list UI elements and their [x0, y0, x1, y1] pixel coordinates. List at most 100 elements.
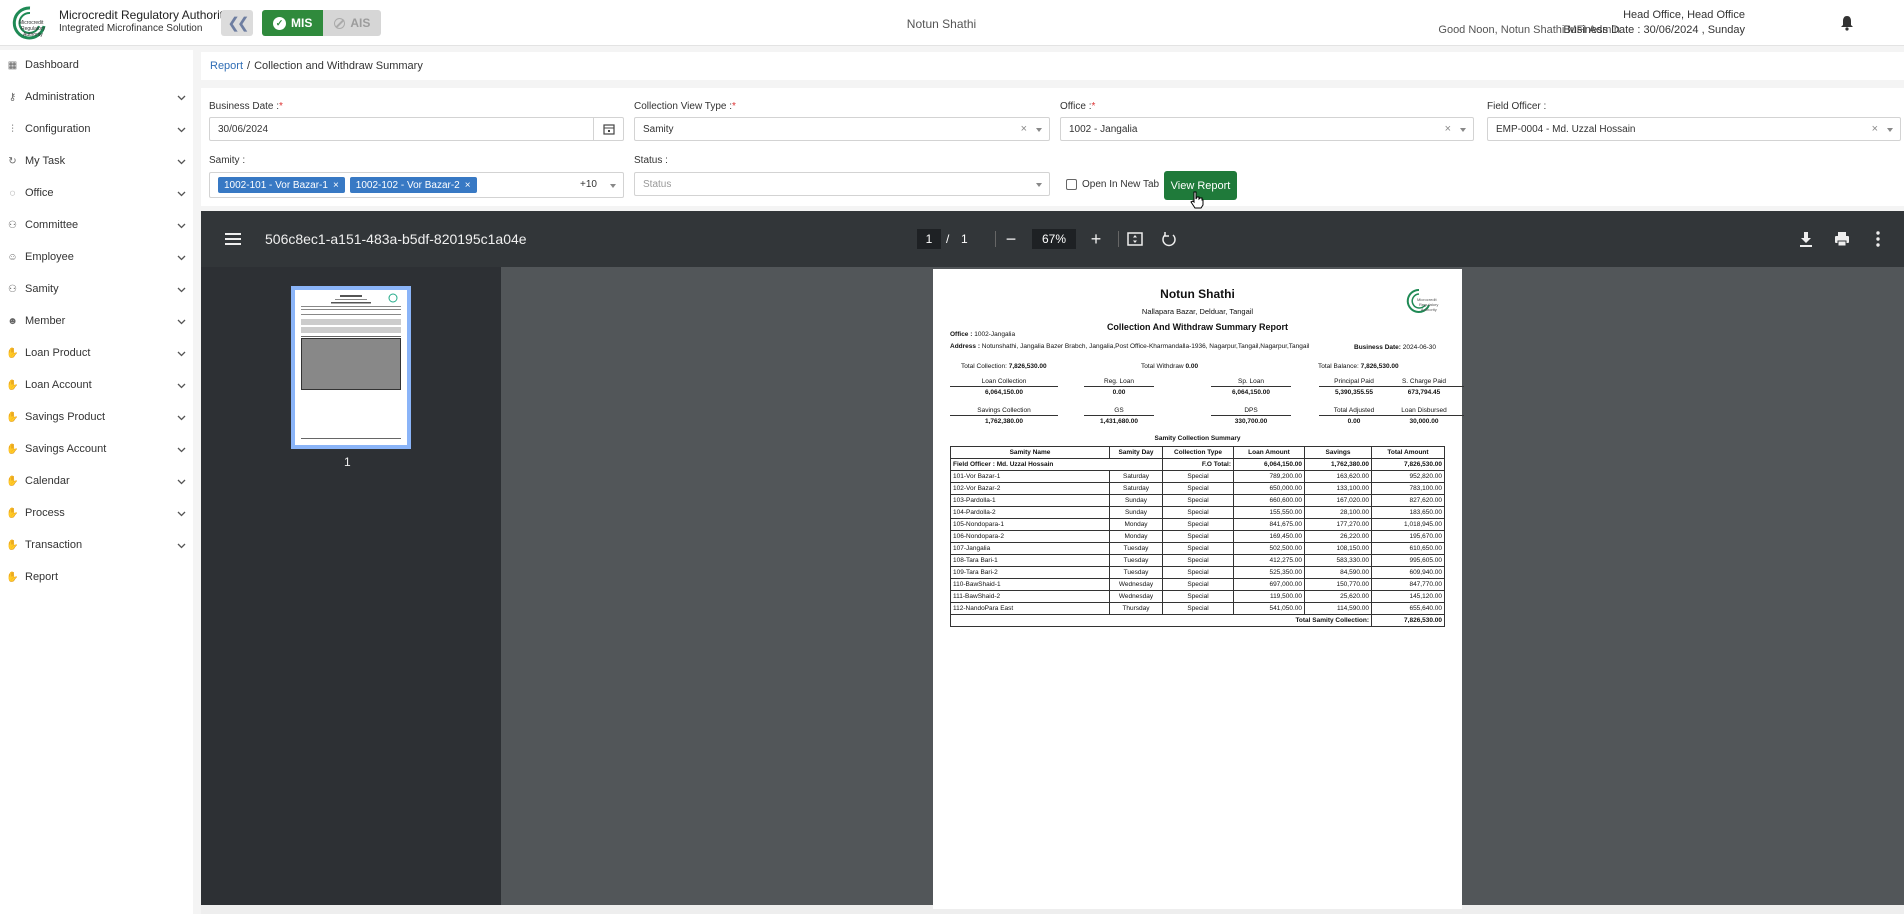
caret-down-icon — [1036, 183, 1042, 187]
sidebar-item-savings-account[interactable]: ✋ Savings Account — [0, 434, 193, 464]
samity-day-cell: Saturday — [1109, 482, 1163, 495]
pdf-scrollbar[interactable] — [1896, 267, 1904, 905]
fit-page-icon — [1127, 232, 1143, 246]
hamburger-icon — [225, 233, 241, 245]
zoom-in-button[interactable]: + — [1084, 227, 1108, 251]
bell-icon[interactable] — [1840, 15, 1854, 31]
view-type-select[interactable]: Samity × — [634, 117, 1050, 141]
status-placeholder: Status — [643, 178, 672, 190]
samity-chip[interactable]: 1002-101 - Vor Bazar-1 × — [218, 177, 345, 193]
page-thumbnail[interactable] — [291, 286, 411, 449]
summary-label: Sp. Loan — [1211, 378, 1291, 387]
summary-label: DPS — [1211, 407, 1291, 416]
samity-day-cell: Tuesday — [1109, 554, 1163, 567]
savings-cell: 84,590.00 — [1304, 566, 1372, 579]
sidebar-item-committee[interactable]: ⚇ Committee — [0, 210, 193, 240]
download-icon — [1800, 232, 1812, 247]
users-icon: ⚇ — [8, 219, 17, 231]
samity-name-cell: 101-Vor Bazar-1 — [950, 470, 1110, 483]
sliders-icon: ⫶ — [11, 123, 14, 135]
samity-chip[interactable]: 1002-102 - Vor Bazar-2 × — [349, 177, 477, 193]
open-new-tab-checkbox[interactable] — [1066, 179, 1077, 190]
sidebar-item-savings-product[interactable]: ✋ Savings Product — [0, 402, 193, 432]
clear-icon[interactable]: × — [1872, 123, 1878, 135]
samity-name-cell: 102-Vor Bazar-2 — [950, 482, 1110, 495]
sidebar-item-transaction[interactable]: ✋ Transaction — [0, 530, 193, 560]
sidebar-item-samity[interactable]: ⚇ Samity — [0, 274, 193, 304]
ais-mode-button[interactable]: AIS — [323, 10, 382, 36]
download-button[interactable] — [1794, 227, 1818, 251]
key-icon: ⚷ — [8, 91, 17, 103]
sidebar-item-loan-product[interactable]: ✋ Loan Product — [0, 338, 193, 368]
summary-label-text: Principal Paid — [1319, 378, 1389, 387]
fo-savings: 1,762,380.00 — [1304, 458, 1372, 471]
chevron-down-icon — [177, 479, 186, 484]
sidebar-item-label: Samity — [25, 283, 59, 295]
breadcrumb-report-link[interactable]: Report — [210, 60, 243, 72]
view-type-value: Samity — [643, 123, 674, 135]
hand-icon: ✋ — [6, 379, 19, 391]
mis-mode-button[interactable]: ✓ MIS — [262, 10, 324, 36]
samity-day-cell: Monday — [1109, 530, 1163, 543]
pdf-menu-button[interactable] — [221, 227, 245, 251]
sidebar-item-process[interactable]: ✋ Process — [0, 498, 193, 528]
sidebar-item-member[interactable]: ☻ Member — [0, 306, 193, 336]
sidebar-item-label: Office — [25, 187, 54, 199]
sidebar-item-employee[interactable]: ☺ Employee — [0, 242, 193, 272]
check-circle-icon: ✓ — [273, 16, 286, 30]
summary-value: 0.00 — [1112, 389, 1126, 396]
total-collection: Total Collection: 7,826,530.00 — [961, 363, 1047, 370]
pdf-page-input[interactable]: 1 — [917, 229, 941, 249]
chip-remove-icon[interactable]: × — [465, 180, 471, 191]
sidebar-collapse-button[interactable]: ❮❮ — [221, 10, 253, 36]
field-officer-select[interactable]: EMP-0004 - Md. Uzzal Hossain × — [1487, 117, 1901, 141]
clear-icon[interactable]: × — [1021, 123, 1027, 135]
pdf-page-separator: / — [946, 232, 950, 246]
status-select[interactable]: Status — [634, 172, 1050, 196]
sidebar-item-configuration[interactable]: ⫶ Configuration — [0, 114, 193, 144]
table-row: 111-BawShaid-2 Wednesday Special 119,500.00… — [950, 590, 1445, 603]
more-options-button[interactable] — [1866, 227, 1890, 251]
collection-type-cell: Special — [1162, 602, 1234, 615]
col-samity-name: Samity Name — [950, 446, 1110, 459]
sidebar-item-office[interactable]: ◌ Office — [0, 178, 193, 208]
savings-cell: 583,330.00 — [1304, 554, 1372, 567]
group-icon: ⚇ — [8, 283, 17, 295]
samity-day-cell: Sunday — [1109, 494, 1163, 507]
pdf-page: Notun Shathi Nallapara Bazar, Delduar, T… — [933, 269, 1464, 909]
clear-icon[interactable]: × — [1445, 123, 1451, 135]
collection-type-cell: Special — [1162, 482, 1234, 495]
sidebar-item-my-task[interactable]: ↻ My Task — [0, 146, 193, 176]
chevron-down-icon — [177, 287, 186, 292]
sidebar-item-report[interactable]: ✋ Report — [0, 562, 193, 592]
office-select[interactable]: 1002 - Jangalia × — [1060, 117, 1474, 141]
savings-cell: 28,100.00 — [1304, 506, 1372, 519]
summary-label: S. Charge Paid — [1384, 378, 1464, 387]
zoom-level-input[interactable]: 67% — [1032, 229, 1076, 249]
savings-cell: 167,020.00 — [1304, 494, 1372, 507]
calendar-button[interactable] — [593, 118, 623, 140]
sidebar-item-calendar[interactable]: ✋ Calendar — [0, 466, 193, 496]
business-date-input[interactable]: 30/06/2024 — [209, 117, 624, 141]
open-new-tab-label[interactable]: Open In New Tab — [1082, 179, 1159, 190]
summary-value: 330,700.00 — [1234, 418, 1268, 425]
samity-name-cell: 104-Pardolla-2 — [950, 506, 1110, 519]
fit-page-button[interactable] — [1123, 227, 1147, 251]
rotate-button[interactable] — [1157, 227, 1181, 251]
summary-label-text: Loan Collection — [950, 378, 1058, 387]
samity-day-cell: Wednesday — [1109, 578, 1163, 591]
sidebar-item-dashboard[interactable]: ▦ Dashboard — [0, 50, 193, 80]
sidebar-item-label: Savings Account — [25, 443, 107, 455]
total-balance: Total Balance: 7,826,530.00 — [1318, 363, 1399, 370]
samity-multiselect[interactable]: 1002-101 - Vor Bazar-1 × 1002-102 - Vor B… — [209, 172, 624, 198]
print-button[interactable] — [1830, 227, 1854, 251]
summary-label-text: Sp. Loan — [1211, 378, 1291, 387]
chip-remove-icon[interactable]: × — [333, 180, 339, 191]
hand-icon: ✋ — [6, 347, 19, 359]
zoom-out-button[interactable]: − — [999, 227, 1023, 251]
total-amount-cell: 610,650.00 — [1371, 542, 1445, 555]
sidebar-item-administration[interactable]: ⚷ Administration — [0, 82, 193, 112]
summary-label: GS — [1084, 407, 1154, 416]
sidebar-item-loan-account[interactable]: ✋ Loan Account — [0, 370, 193, 400]
summary-value: 673,794.45 — [1407, 389, 1441, 396]
